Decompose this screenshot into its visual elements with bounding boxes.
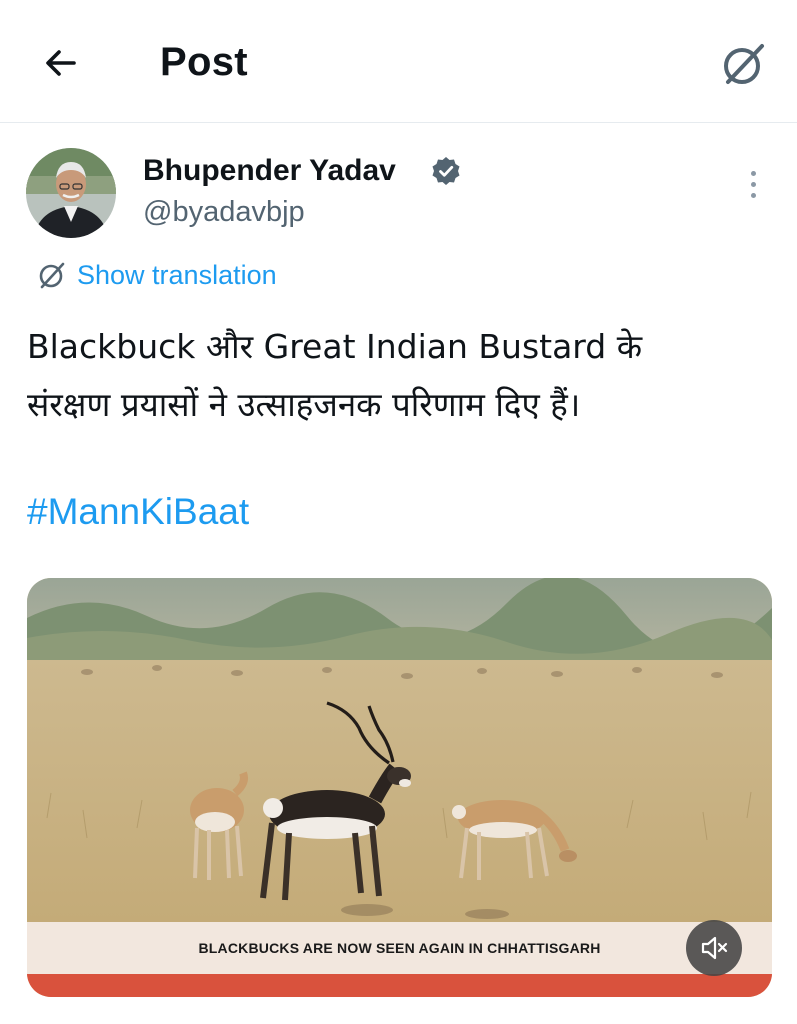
more-dot-icon	[750, 181, 756, 187]
back-button[interactable]	[36, 38, 86, 88]
video-caption: BLACKBUCKS ARE NOW SEEN AGAIN IN CHHATTI…	[198, 940, 601, 956]
more-dot-icon	[750, 192, 756, 198]
hashtag-link[interactable]: #MannKiBaat	[27, 487, 249, 537]
tweet-text-line: संरक्षण प्रयासों ने उत्साहजनक परिणाम दिए…	[27, 385, 581, 424]
tweet-text-line: Blackbuck और Great Indian Bustard के	[27, 327, 643, 366]
arrow-left-icon	[46, 50, 76, 76]
caption-stripe	[27, 974, 772, 997]
tweet-video[interactable]: BLACKBUCKS ARE NOW SEEN AGAIN IN CHHATTI…	[27, 578, 772, 997]
grok-button[interactable]	[716, 36, 772, 92]
verified-badge-icon	[432, 157, 460, 185]
page-title: Post	[160, 40, 248, 84]
author-name[interactable]: Bhupender Yadav	[143, 152, 396, 190]
mute-toggle-button[interactable]	[686, 920, 742, 976]
avatar[interactable]	[26, 148, 116, 238]
tweet-text: Blackbuck और Great Indian Bustard के संर…	[27, 318, 777, 434]
top-bar: Post	[0, 0, 797, 123]
video-frame-image	[27, 578, 772, 922]
author-handle[interactable]: @byadavbjp	[143, 193, 305, 231]
more-options-button[interactable]	[736, 162, 770, 206]
more-dot-icon	[750, 170, 756, 176]
video-caption-bar: BLACKBUCKS ARE NOW SEEN AGAIN IN CHHATTI…	[27, 922, 772, 974]
show-translation-button[interactable]: Show translation	[36, 254, 277, 296]
grok-icon	[724, 44, 764, 84]
show-translation-label: Show translation	[77, 260, 277, 290]
volume-muted-icon	[701, 936, 728, 960]
translate-icon	[39, 262, 65, 289]
